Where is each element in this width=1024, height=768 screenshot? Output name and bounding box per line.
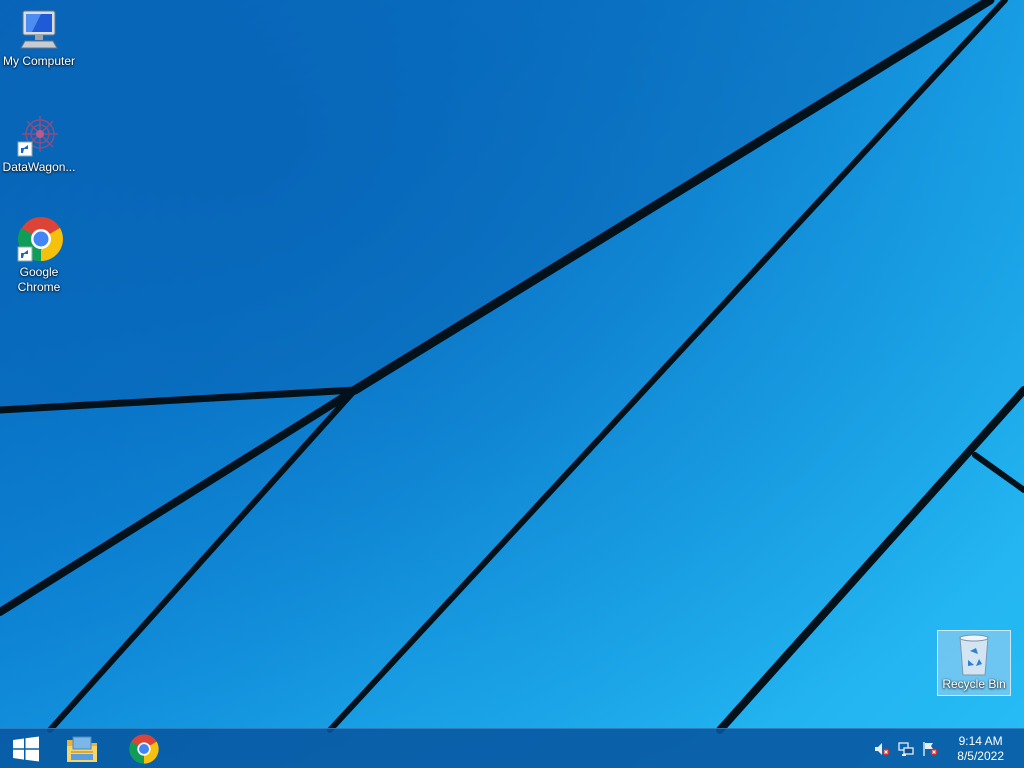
desktop-icon-datawagon[interactable]: DataWagon...: [1, 112, 77, 175]
desktop-icon-google-chrome[interactable]: Google Chrome: [1, 215, 77, 295]
desktop-icon-label: My Computer: [2, 54, 76, 68]
desktop-icon-label: Recycle Bin: [942, 677, 1006, 691]
desktop-icon-label: DataWagon...: [2, 160, 76, 174]
action-center-flag-icon: [923, 742, 938, 756]
tray-volume[interactable]: [874, 741, 890, 757]
tray-network[interactable]: [898, 741, 914, 757]
desktop-icon-recycle-bin[interactable]: Recycle Bin: [937, 630, 1011, 696]
chrome-icon: [129, 734, 159, 764]
taskbar-file-explorer[interactable]: [56, 729, 108, 768]
file-explorer-icon: [67, 736, 97, 762]
taskbar: 9:14 AM 8/5/2022: [0, 728, 1024, 768]
desktop-icon-label: Google Chrome: [17, 265, 61, 294]
computer-icon: [20, 10, 58, 49]
taskbar-clock[interactable]: 9:14 AM 8/5/2022: [957, 734, 1004, 764]
desktop[interactable]: My Computer DataWagon... Google Chrome R…: [0, 0, 1024, 768]
wallpaper: [0, 0, 1024, 768]
taskbar-chrome[interactable]: [118, 729, 170, 768]
datawagon-icon: [17, 116, 58, 157]
desktop-icon-my-computer[interactable]: My Computer: [1, 8, 77, 69]
recycle-bin-icon: [959, 634, 989, 676]
chrome-icon: [17, 217, 63, 262]
windows-logo-icon: [13, 736, 39, 762]
network-icon: [898, 742, 914, 756]
volume-muted-icon: [875, 743, 890, 756]
start-button[interactable]: [0, 729, 52, 768]
clock-time: 9:14 AM: [958, 734, 1003, 748]
tray-action-center[interactable]: [922, 741, 938, 757]
clock-date: 8/5/2022: [957, 749, 1004, 763]
